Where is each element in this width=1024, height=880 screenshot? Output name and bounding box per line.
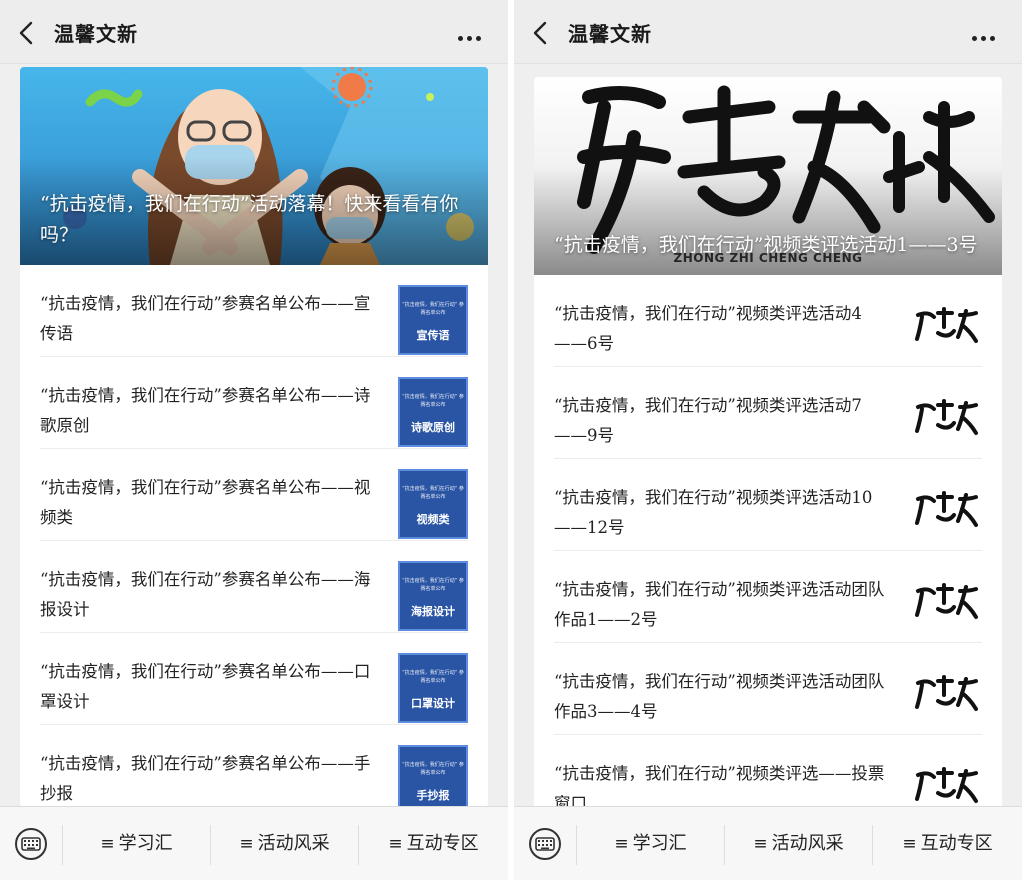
bottom-menu-bar: ≡ 学习汇 ≡ 活动风采 ≡ 互动专区 xyxy=(0,806,508,880)
list-item[interactable]: “抗击疫情，我们在行动”参赛名单公布——口罩设计 “抗击疫情，我们在行动” 参赛… xyxy=(40,633,468,725)
list-item-thumbnail: “抗击疫情，我们在行动” 参赛名单公布 口罩设计 xyxy=(398,653,468,723)
phone-right: 温馨文新 “抗击疫情，我们在行动”视频类评选活动1——3号 ZHONG ZHI … xyxy=(514,0,1022,880)
list-item[interactable]: “抗击疫情，我们在行动”视频类评选活动10——12号 xyxy=(554,459,982,551)
more-icon[interactable] xyxy=(972,26,1002,41)
list-item-title: “抗击疫情，我们在行动”参赛名单公布——诗歌原创 xyxy=(40,386,371,435)
menu-bars-icon: ≡ xyxy=(753,834,768,854)
nav-bar: 温馨文新 xyxy=(0,0,508,64)
list-item-title: “抗击疫情，我们在行动”视频类评选活动团队作品3——4号 xyxy=(554,672,885,721)
list-item[interactable]: “抗击疫情，我们在行动”参赛名单公布——视频类 “抗击疫情，我们在行动” 参赛名… xyxy=(40,449,468,541)
list-item-title: “抗击疫情，我们在行动”参赛名单公布——口罩设计 xyxy=(40,662,371,711)
tab-label: 互动专区 xyxy=(920,833,993,854)
thumbnail-caption: “抗击疫情，我们在行动” 参赛名单公布 xyxy=(402,670,464,684)
article-list: “抗击疫情，我们在行动”视频类评选活动4——6号 “抗击疫情，我们在行动”视频类… xyxy=(534,275,1002,817)
thumbnail-caption: “抗击疫情，我们在行动” 参赛名单公布 xyxy=(402,762,464,776)
page-title: 温馨文新 xyxy=(54,22,138,46)
phone-left: 温馨文新 “抗击疫情，我们在行动”活动落幕！快来看看有你吗？ “抗击疫情，我们在… xyxy=(0,0,508,880)
list-item-thumbnail: “抗击疫情，我们在行动” 参赛名单公布 海报设计 xyxy=(398,561,468,631)
article-card: “抗击疫情，我们在行动”活动落幕！快来看看有你吗？ “抗击疫情，我们在行动”参赛… xyxy=(20,67,488,807)
calligraphy-thumbnail xyxy=(915,675,978,711)
list-item-thumbnail: “抗击疫情，我们在行动” 参赛名单公布 诗歌原创 xyxy=(398,377,468,447)
thumbnail-label: 手抄报 xyxy=(416,789,450,802)
list-item[interactable]: “抗击疫情，我们在行动”参赛名单公布——诗歌原创 “抗击疫情，我们在行动” 参赛… xyxy=(40,357,468,449)
thumbnail-caption: “抗击疫情，我们在行动” 参赛名单公布 xyxy=(402,394,464,408)
list-item-thumbnail: “抗击疫情，我们在行动” 参赛名单公布 手抄报 xyxy=(398,745,468,807)
tab-label: 活动风采 xyxy=(771,833,844,854)
calligraphy-thumbnail xyxy=(915,583,978,619)
list-item-title: “抗击疫情，我们在行动”视频类评选活动4——6号 xyxy=(554,304,862,353)
calligraphy-thumbnail xyxy=(915,767,978,803)
calligraphy-thumbnail xyxy=(915,307,978,343)
hero-banner[interactable]: “抗击疫情，我们在行动”活动落幕！快来看看有你吗？ xyxy=(20,67,488,265)
thumbnail-label: 海报设计 xyxy=(411,605,455,618)
tab-interaction[interactable]: ≡ 互动专区 xyxy=(873,807,1022,880)
list-item-thumbnail: “抗击疫情，我们在行动” 参赛名单公布 视频类 xyxy=(398,469,468,539)
thumbnail-caption: “抗击疫情，我们在行动” 参赛名单公布 xyxy=(402,578,464,592)
keyboard-icon[interactable] xyxy=(528,827,562,861)
logo-caption: ZHONG ZHI CHENG CHENG xyxy=(673,251,863,265)
article-list: “抗击疫情，我们在行动”参赛名单公布——宣传语 “抗击疫情，我们在行动” 参赛名… xyxy=(20,265,488,807)
thumbnail-label: 宣传语 xyxy=(416,329,450,342)
thumbnail-caption: “抗击疫情，我们在行动” 参赛名单公布 xyxy=(402,302,464,316)
keyboard-icon[interactable] xyxy=(14,827,48,861)
bottom-menu-bar: ≡ 学习汇 ≡ 活动风采 ≡ 互动专区 xyxy=(514,806,1022,880)
tab-activities[interactable]: ≡ 活动风采 xyxy=(211,807,358,880)
menu-bars-icon: ≡ xyxy=(100,834,115,854)
list-item[interactable]: “抗击疫情，我们在行动”视频类评选——投票窗口 xyxy=(554,735,982,817)
calligraphy-thumbnail xyxy=(915,491,978,527)
list-item[interactable]: “抗击疫情，我们在行动”参赛名单公布——海报设计 “抗击疫情，我们在行动” 参赛… xyxy=(40,541,468,633)
list-item-title: “抗击疫情，我们在行动”参赛名单公布——视频类 xyxy=(40,478,371,527)
list-item-title: “抗击疫情，我们在行动”参赛名单公布——手抄报 xyxy=(40,754,371,803)
list-item[interactable]: “抗击疫情，我们在行动”参赛名单公布——宣传语 “抗击疫情，我们在行动” 参赛名… xyxy=(40,265,468,357)
back-icon[interactable] xyxy=(530,20,552,46)
nav-bar: 温馨文新 xyxy=(514,0,1022,64)
list-item-title: “抗击疫情，我们在行动”视频类评选活动7——9号 xyxy=(554,396,862,445)
tab-label: 学习汇 xyxy=(118,833,173,854)
list-item-title: “抗击疫情，我们在行动”参赛名单公布——海报设计 xyxy=(40,570,371,619)
list-item-title: “抗击疫情，我们在行动”视频类评选活动10——12号 xyxy=(554,488,873,537)
menu-bars-icon: ≡ xyxy=(239,834,254,854)
tab-label: 互动专区 xyxy=(406,833,479,854)
tab-activities[interactable]: ≡ 活动风采 xyxy=(725,807,872,880)
tab-label: 活动风采 xyxy=(257,833,330,854)
list-item[interactable]: “抗击疫情，我们在行动”视频类评选活动团队作品1——2号 xyxy=(554,551,982,643)
list-item-title: “抗击疫情，我们在行动”参赛名单公布——宣传语 xyxy=(40,294,371,343)
list-item[interactable]: “抗击疫情，我们在行动”视频类评选活动7——9号 xyxy=(554,367,982,459)
menu-bars-icon: ≡ xyxy=(388,834,403,854)
hero-title: “抗击疫情，我们在行动”活动落幕！快来看看有你吗？ xyxy=(40,193,459,246)
hero-banner[interactable]: “抗击疫情，我们在行动”视频类评选活动1——3号 ZHONG ZHI CHENG… xyxy=(534,77,1002,275)
list-item[interactable]: “抗击疫情，我们在行动”视频类评选活动4——6号 xyxy=(554,275,982,367)
thumbnail-label: 口罩设计 xyxy=(411,697,455,710)
thumbnail-label: 视频类 xyxy=(416,513,450,526)
more-icon[interactable] xyxy=(458,26,488,41)
tab-interaction[interactable]: ≡ 互动专区 xyxy=(359,807,508,880)
list-item[interactable]: “抗击疫情，我们在行动”视频类评选活动团队作品3——4号 xyxy=(554,643,982,735)
tab-label: 学习汇 xyxy=(632,833,687,854)
tab-study[interactable]: ≡ 学习汇 xyxy=(63,807,210,880)
menu-bars-icon: ≡ xyxy=(902,834,917,854)
tab-study[interactable]: ≡ 学习汇 xyxy=(577,807,724,880)
thumbnail-label: 诗歌原创 xyxy=(411,421,455,434)
screenshot-root: 温馨文新 “抗击疫情，我们在行动”活动落幕！快来看看有你吗？ “抗击疫情，我们在… xyxy=(0,0,1024,880)
calligraphy-thumbnail xyxy=(915,399,978,435)
article-card: “抗击疫情，我们在行动”视频类评选活动1——3号 ZHONG ZHI CHENG… xyxy=(534,77,1002,817)
page-title: 温馨文新 xyxy=(568,22,652,46)
list-item-thumbnail: “抗击疫情，我们在行动” 参赛名单公布 宣传语 xyxy=(398,285,468,355)
back-icon[interactable] xyxy=(16,20,38,46)
list-item-title: “抗击疫情，我们在行动”视频类评选活动团队作品1——2号 xyxy=(554,580,885,629)
menu-bars-icon: ≡ xyxy=(614,834,629,854)
thumbnail-caption: “抗击疫情，我们在行动” 参赛名单公布 xyxy=(402,486,464,500)
list-item[interactable]: “抗击疫情，我们在行动”参赛名单公布——手抄报 “抗击疫情，我们在行动” 参赛名… xyxy=(40,725,468,807)
